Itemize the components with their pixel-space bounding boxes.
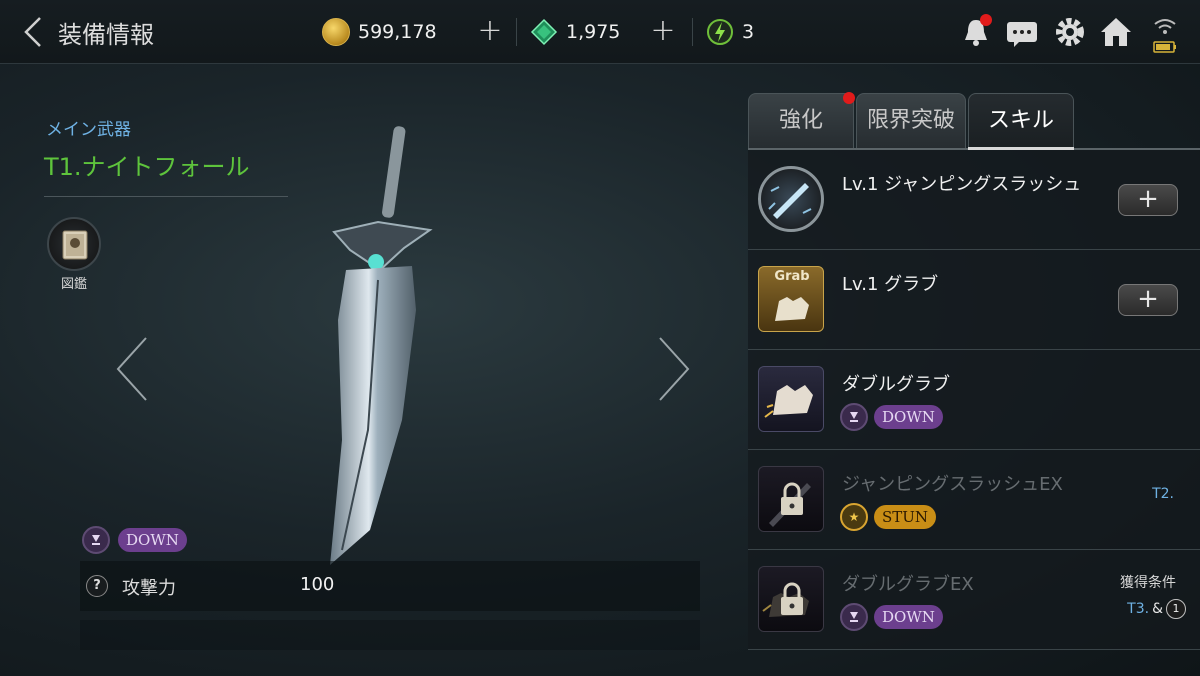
locked-skill-icon [758,566,824,632]
tab-limit-break[interactable]: 限界突破 [856,93,966,149]
attack-value: 100 [300,574,335,595]
codex-label: 図鑑 [60,277,87,292]
down-effect-icon [840,403,868,431]
divider [44,196,288,197]
skill-list: Lv.1 ジャンピングスラッシュ + Grab Lv.1 グラブ + ダブルグラ… [748,150,1200,650]
page-title: 装備情報 [58,21,154,49]
double-grab-skill-icon [758,366,824,432]
previous-weapon-arrow-icon[interactable] [112,334,152,404]
jumping-slash-skill-icon [758,166,824,232]
codex-button[interactable] [47,217,101,271]
weapon-slot-label: メイン武器 [46,120,131,140]
weapon-effect-badges: DOWN [82,526,187,554]
add-gold-button[interactable]: + [474,14,506,50]
energy-counter: 3 [706,14,754,50]
help-icon[interactable]: ? [86,575,108,597]
skill-effect-badges: DOWN [840,403,943,431]
gem-amount: 1,975 [566,21,621,43]
list-item[interactable]: ダブルグラブEX DOWN 獲得条件 T3. & 1 [748,550,1200,650]
chat-icon[interactable] [1004,14,1040,50]
add-skill-button[interactable]: + [1118,284,1178,316]
stun-effect-icon: ★ [840,503,868,531]
tab-upgrade-label: 強化 [778,108,823,133]
stat-list-background [80,620,700,650]
energy-bolt-icon [707,19,733,45]
gold-amount: 599,178 [358,21,437,43]
notification-dot [980,14,992,26]
list-item[interactable]: ダブルグラブ DOWN [748,350,1200,450]
top-bar: 装備情報 599,178 + 1,975 + 3 [0,0,1200,64]
skill-requirement: T2. [1152,486,1174,502]
skill-name: ダブルグラブEX [842,574,974,595]
divider [516,18,517,46]
tab-skills-label: スキル [987,108,1054,133]
required-tier: T3. [1127,601,1150,617]
skill-name: ジャンピングスラッシュEX [842,474,1063,495]
sword-image [330,126,433,565]
skill-name: Lv.1 グラブ [842,274,939,295]
list-item[interactable]: Grab Lv.1 グラブ + [748,250,1200,350]
energy-amount: 3 [742,21,755,43]
next-weapon-arrow-icon[interactable] [654,334,694,404]
required-limit-break-count: 1 [1166,599,1186,619]
gem-counter: 1,975 [530,14,620,50]
skill-name: ダブルグラブ [842,374,950,395]
wifi-battery-icon [1153,19,1176,53]
requirement-ampersand: & [1152,601,1163,617]
gold-coin-icon [322,18,350,46]
back-arrow-icon[interactable] [20,14,48,50]
gear-icon[interactable] [1052,14,1088,50]
tab-limit-break-label: 限界突破 [866,108,955,133]
tab-skills[interactable]: スキル [968,93,1074,149]
notification-dot [843,92,855,104]
add-skill-button[interactable]: + [1118,184,1178,216]
down-effect-badge: DOWN [118,528,187,552]
skill-effect-badges: DOWN [840,603,943,631]
stun-effect-badge: STUN [874,505,937,529]
down-effect-badge: DOWN [874,405,943,429]
list-item[interactable]: ジャンピングスラッシュEX ★ STUN T2. [748,450,1200,550]
grab-icon-text: Grab [774,269,810,284]
add-gems-button[interactable]: + [647,14,679,50]
skill-effect-badges: ★ STUN [840,503,937,531]
tab-bar: 強化 限界突破 スキル [748,92,1074,149]
divider [692,18,693,46]
skill-name: Lv.1 ジャンピングスラッシュ [842,174,1082,195]
tab-upgrade[interactable]: 強化 [748,92,855,149]
down-effect-icon [840,603,868,631]
down-effect-badge: DOWN [874,605,943,629]
green-gem-icon [530,18,558,46]
acquisition-condition-label: 獲得条件 [1120,575,1176,591]
weapon-name: T1.ナイトフォール [44,153,250,181]
attack-label: 攻撃力 [122,578,176,599]
acquisition-condition: T3. & 1 [1127,599,1186,619]
attack-stat-row: ? 攻撃力 100 [80,561,700,611]
gold-counter: 599,178 [322,14,437,50]
grab-skill-icon: Grab [758,266,824,332]
down-effect-icon [82,526,110,554]
locked-skill-icon [758,466,824,532]
home-icon[interactable] [1098,14,1134,50]
list-item[interactable]: Lv.1 ジャンピングスラッシュ + [748,150,1200,250]
codex-book-icon [62,230,88,260]
